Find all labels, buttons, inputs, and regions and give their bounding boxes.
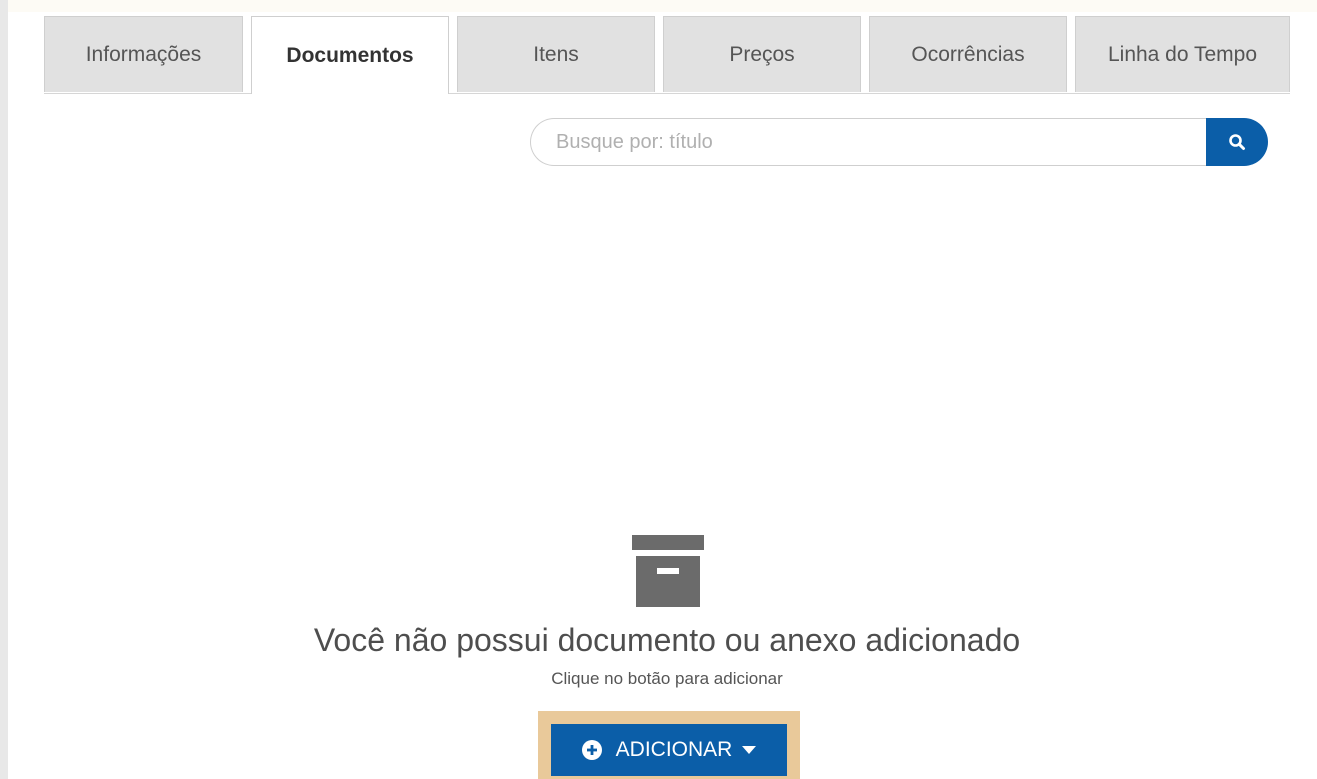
plus-circle-icon bbox=[581, 740, 602, 760]
tab-label: Linha do Tempo bbox=[1107, 42, 1258, 66]
tab-bar: Informações Documentos Itens Preços Ocor… bbox=[44, 16, 1290, 94]
empty-state-title: Você não possui documento ou anexo adici… bbox=[313, 622, 1021, 658]
search-icon bbox=[1228, 133, 1246, 151]
caret-down-icon bbox=[742, 746, 757, 754]
empty-state-subtitle: Clique no botão para adicionar bbox=[551, 669, 783, 688]
tab-ocorrencias[interactable]: Ocorrências bbox=[869, 16, 1067, 92]
search-input[interactable] bbox=[530, 118, 1206, 166]
tab-informacoes[interactable]: Informações bbox=[44, 16, 243, 92]
add-button[interactable]: ADICIONAR bbox=[551, 724, 787, 776]
tab-label: Itens bbox=[533, 42, 579, 66]
tab-linha-do-tempo[interactable]: Linha do Tempo bbox=[1075, 16, 1290, 92]
tab-label: Informações bbox=[85, 42, 202, 66]
tab-itens[interactable]: Itens bbox=[457, 16, 655, 92]
search-bar bbox=[530, 118, 1268, 166]
left-rail bbox=[0, 0, 8, 779]
archive-box-icon bbox=[632, 535, 704, 607]
tab-label: Ocorrências bbox=[911, 42, 1025, 66]
top-strip bbox=[0, 0, 1317, 12]
tab-label: Documentos bbox=[286, 43, 414, 67]
search-button[interactable] bbox=[1206, 118, 1268, 166]
tab-precos[interactable]: Preços bbox=[663, 16, 861, 92]
tab-documentos[interactable]: Documentos bbox=[251, 16, 449, 94]
tab-label: Preços bbox=[729, 42, 795, 66]
add-button-label: ADICIONAR bbox=[615, 738, 733, 761]
